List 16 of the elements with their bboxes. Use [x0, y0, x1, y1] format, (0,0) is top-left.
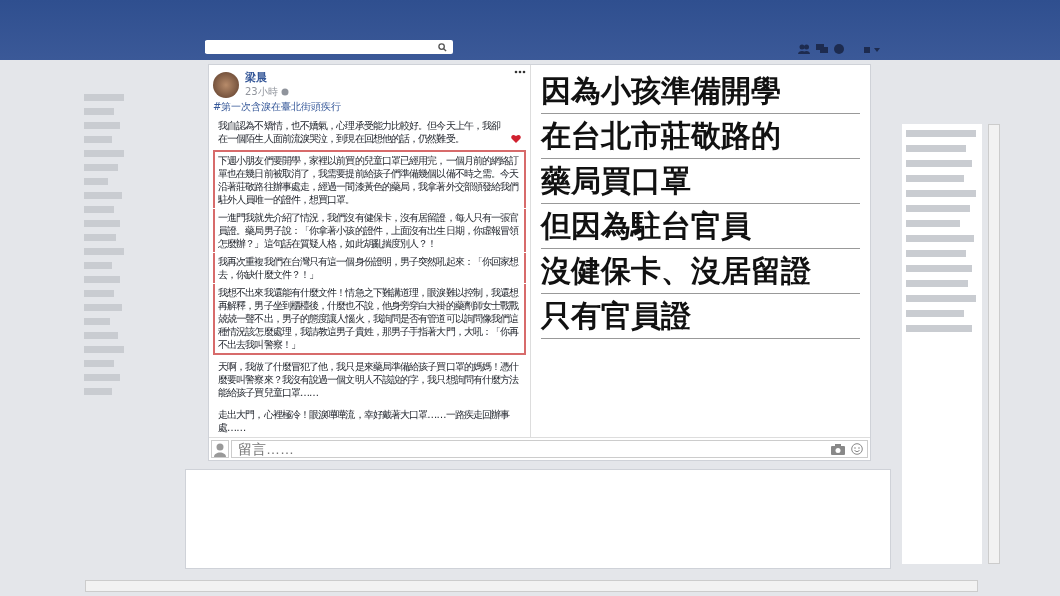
caption-line: 因為小孩準備開學 — [541, 69, 860, 114]
caption-line: 只有官員證 — [541, 294, 860, 339]
post-time: 23小時 — [245, 85, 278, 99]
post-paragraph: 我再次重複我們在台灣只有這一個身份證明，男子突然吼起來：「你回家想去，你缺什麼文件？！」 — [218, 255, 520, 281]
caption-line: 藥局買口罩 — [541, 159, 860, 204]
caption-line: 在台北市莊敬路的 — [541, 114, 860, 159]
author-name[interactable]: 梁晨 — [245, 70, 289, 85]
post-paragraph: 下週小朋友們要開學，家裡以前買的兒童口罩已經用完，一個月前的網絡訂單也在幾日前被取消了，我需要提前給孩子們準備幾個以備不時之需。今天沿著莊敬路往辦事處走，經過一間漆黃色的藥局，我拿著外交部頒發給我們駐外人員唯一的證件，想買口罩。 — [218, 154, 520, 206]
caption-line: 沒健保卡、沒居留證 — [541, 249, 860, 294]
hashtag-link[interactable]: #第一次含淚在臺北街頭疾行 — [213, 100, 526, 114]
post-paragraph: 走出大門，心裡極冷！眼淚嘩嘩流，幸好戴著大口罩……一路疾走回辦事處…… — [218, 408, 511, 434]
post-paragraph: 我自認為不矯情，也不嬌氣，心理承受能力比較好。但今天上午，我卻在一個陌生人面前流淚哭泣，到現在回想他的話，仍然難受。 — [218, 119, 502, 145]
caption-line: 但因為駐台官員 — [541, 204, 860, 249]
post-paragraph: 我想不出來我還能有什麼文件！情急之下難講道理，眼淚難以控制，我還想再解釋，男子坐到櫃檯後，什麼也不說，他身旁穿白大褂的藥劑師女士戰戰兢兢一聲不出，男子的態度讓人惱火，我詢問是否有管道可以詢問像我們這種情況該怎麼處理，我請教這男子貴姓，那男子手指著大門，大吼：「你再不出去我叫警察！」 — [218, 286, 520, 351]
post-paragraph: 一進門我就先介紹了情況，我們沒有健保卡，沒有居留證，每人只有一張官員證。藥局男子說：「你拿著小孩的證件，上面沒有出生日期，你虛報冒領怎麼辦？」這句話在質疑人格，如此胡亂揣度別人？！ — [218, 211, 520, 250]
post-paragraph: 天啊，我做了什麼冒犯了他，我只是來藥局準備給孩子買口罩的媽媽！憑什麼要叫警察來？我沒有說過一個文明人不該說的字，我只想詢問有什麼方法能給孩子買兒童口罩…… — [218, 360, 520, 399]
